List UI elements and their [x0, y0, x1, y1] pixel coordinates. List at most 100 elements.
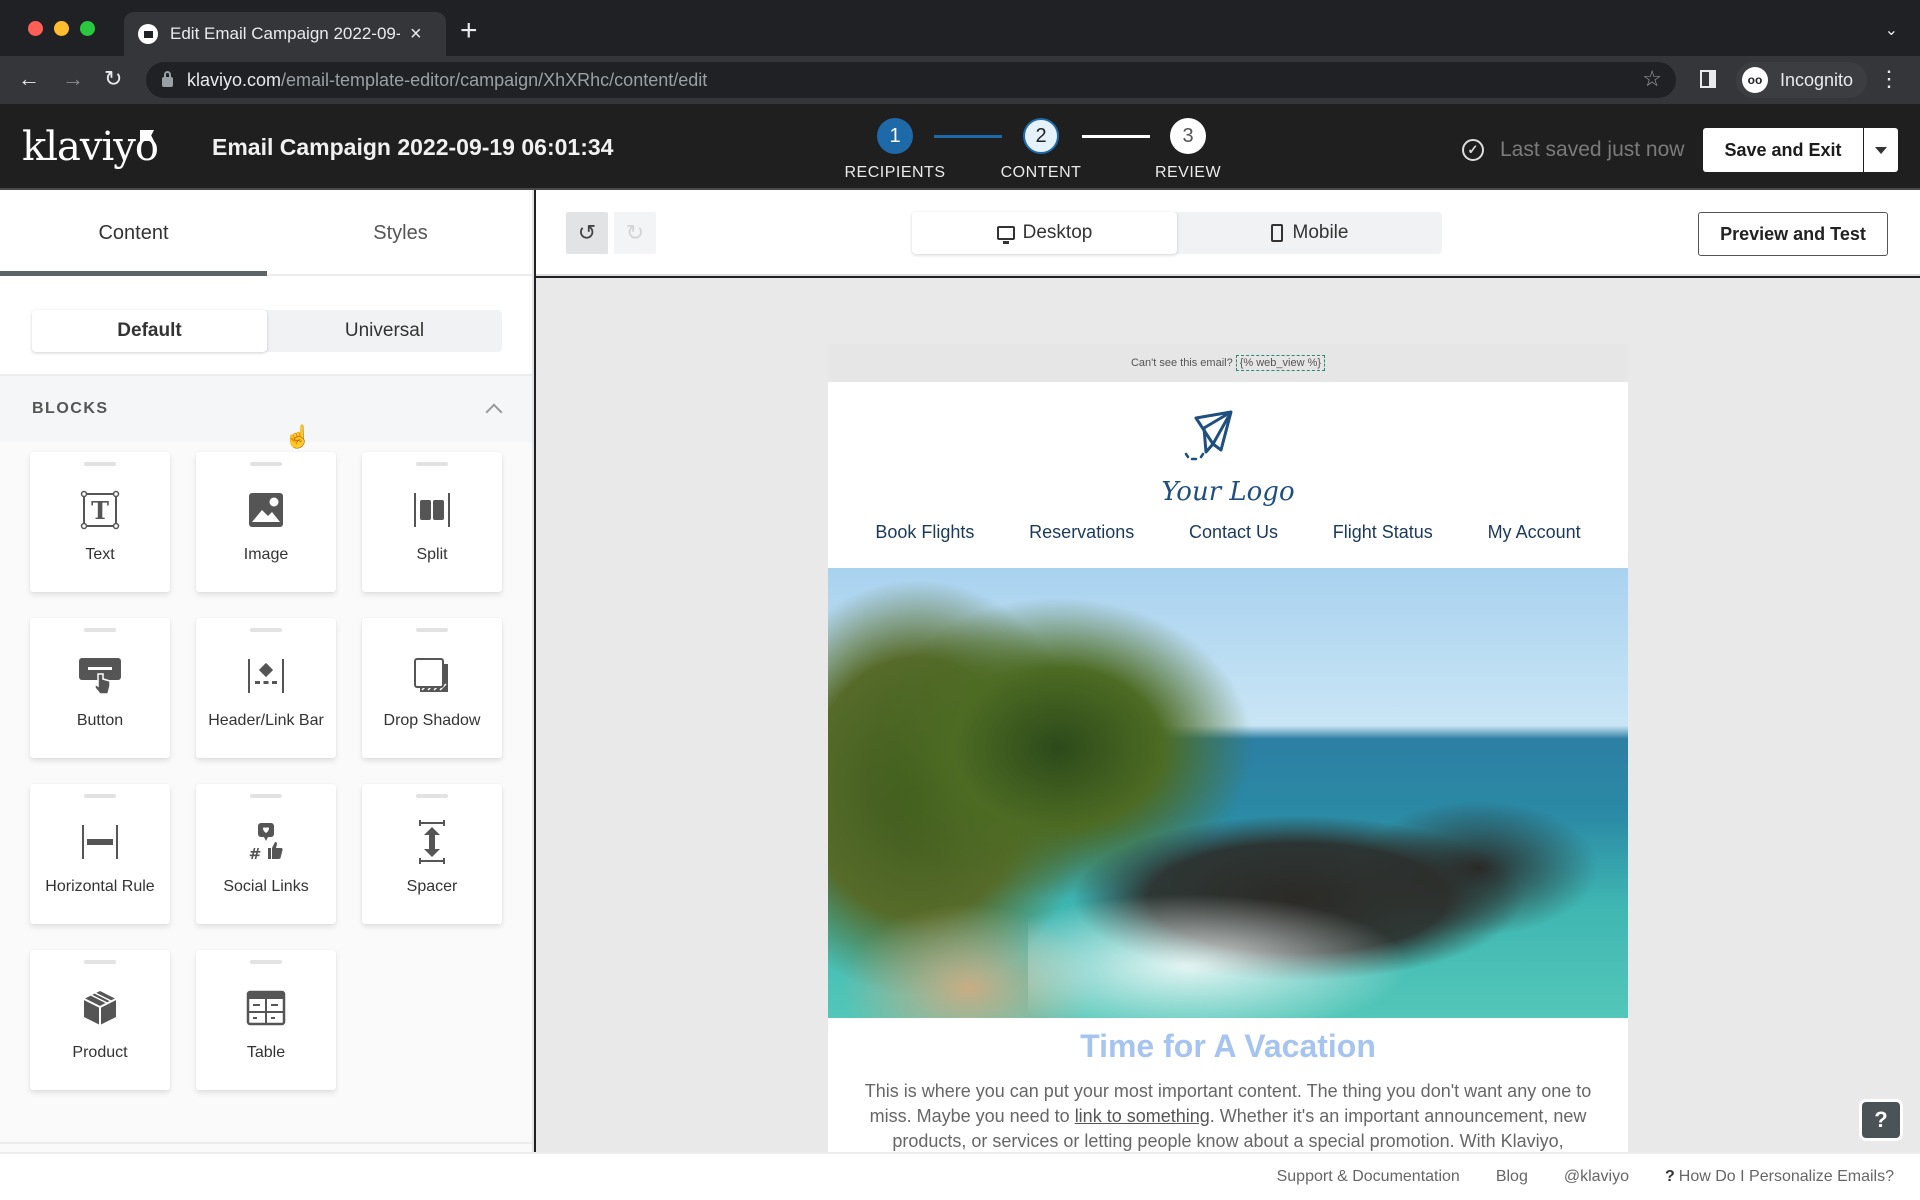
tab-styles[interactable]: Styles — [267, 190, 532, 276]
blocks-section-header[interactable]: BLOCKS — [0, 376, 532, 442]
save-and-exit-button[interactable]: Save and Exit — [1703, 128, 1863, 172]
block-product[interactable]: Product — [30, 950, 170, 1090]
block-label: Drop Shadow — [383, 712, 481, 729]
block-social-links[interactable]: # Social Links — [196, 784, 336, 924]
hero-image-surf — [1028, 888, 1428, 1018]
segment-default[interactable]: Default — [32, 310, 267, 352]
step-number: 2 — [1023, 118, 1059, 154]
side-panel-icon[interactable] — [1700, 70, 1716, 88]
drag-handle[interactable] — [84, 628, 116, 632]
segment-universal[interactable]: Universal — [267, 310, 502, 352]
forward-arrow-icon[interactable]: → — [62, 66, 84, 92]
block-button[interactable]: Button — [30, 618, 170, 758]
block-image[interactable]: Image — [196, 452, 336, 592]
footer-link-support[interactable]: Support & Documentation — [1277, 1168, 1460, 1186]
block-horizontal-rule[interactable]: Horizontal Rule — [30, 784, 170, 924]
preview-and-test-button[interactable]: Preview and Test — [1698, 212, 1888, 256]
step-number: 1 — [877, 118, 913, 154]
drag-handle[interactable] — [250, 628, 282, 632]
klaviyo-favicon-icon — [138, 24, 158, 44]
email-body-text[interactable]: This is where you can put your most impo… — [828, 1065, 1628, 1152]
email-preview: Can't see this email? {% web_view %} You… — [828, 344, 1628, 1152]
block-label: Split — [416, 546, 448, 563]
email-body: Your Logo Book Flights Reservations Cont… — [828, 382, 1628, 1152]
tab-search-chevron-icon[interactable]: ⌄ — [1885, 20, 1898, 40]
nav-link-book-flights[interactable]: Book Flights — [875, 522, 974, 543]
web-view-tag[interactable]: {% web_view %} — [1235, 355, 1326, 371]
mobile-label: Mobile — [1292, 222, 1349, 243]
desktop-label: Desktop — [1022, 222, 1093, 243]
phone-icon — [1270, 224, 1283, 242]
block-drop-shadow[interactable]: Drop Shadow — [362, 618, 502, 758]
drag-handle[interactable] — [416, 794, 448, 798]
email-canvas: Can't see this email? {% web_view %} You… — [536, 278, 1920, 1152]
email-headline[interactable]: Time for A Vacation — [828, 1018, 1628, 1065]
step-review[interactable]: 3 REVIEW — [1133, 118, 1243, 182]
mobile-view-button[interactable]: Mobile — [1177, 212, 1442, 254]
address-bar[interactable]: klaviyo.com /email-template-editor/campa… — [146, 62, 1676, 98]
back-arrow-icon[interactable]: ← — [18, 66, 40, 92]
footer-link-personalize-help[interactable]: ? How Do I Personalize Emails? — [1665, 1168, 1894, 1186]
block-table[interactable]: Table — [196, 950, 336, 1090]
horizontal-rule-icon — [78, 820, 122, 864]
nav-link-my-account[interactable]: My Account — [1488, 522, 1581, 543]
email-link-bar: Book Flights Reservations Contact Us Fli… — [828, 522, 1628, 566]
hero-image[interactable] — [828, 568, 1628, 1018]
blocks-grid: T Text Image Split Button Header/Link Ba… — [0, 442, 532, 1152]
tab-content[interactable]: Content — [0, 190, 267, 276]
drag-handle[interactable] — [416, 628, 448, 632]
drag-handle[interactable] — [84, 960, 116, 964]
step-content[interactable]: 2 CONTENT — [986, 118, 1096, 182]
new-tab-button[interactable]: + — [460, 16, 478, 46]
chevron-up-icon[interactable] — [485, 403, 503, 421]
step-recipients[interactable]: 1 RECIPIENTS — [840, 118, 950, 182]
browser-tab[interactable]: Edit Email Campaign 2022-09- × — [124, 12, 446, 56]
tab-close-icon[interactable]: × — [410, 23, 422, 46]
check-circle-icon: ✓ — [1462, 139, 1484, 161]
bookmark-star-icon[interactable]: ☆ — [1642, 66, 1662, 92]
incognito-profile-button[interactable]: oo Incognito — [1736, 62, 1868, 98]
drop-shadow-icon — [410, 654, 454, 698]
desktop-view-button[interactable]: Desktop — [912, 212, 1177, 254]
save-options-dropdown[interactable] — [1864, 128, 1898, 172]
undo-button[interactable]: ↺ — [566, 212, 608, 254]
sidebar-tabs: Content Styles — [0, 190, 532, 276]
block-split[interactable]: Split — [362, 452, 502, 592]
drag-handle[interactable] — [250, 960, 282, 964]
footer-link-blog[interactable]: Blog — [1496, 1168, 1528, 1186]
split-icon — [410, 488, 454, 532]
block-label: Button — [76, 712, 124, 729]
social-links-icon: # — [244, 820, 288, 864]
preheader-text: Can't see this email? — [1130, 357, 1233, 369]
reload-icon[interactable]: ↻ — [104, 66, 122, 92]
klaviyo-logo[interactable]: klaviyo — [22, 124, 159, 170]
block-header-link-bar[interactable]: Header/Link Bar — [196, 618, 336, 758]
block-spacer[interactable]: Spacer — [362, 784, 502, 924]
step-label: CONTENT — [1000, 164, 1082, 181]
browser-menu-icon[interactable]: ⋮ — [1878, 66, 1900, 92]
preheader-block[interactable]: Can't see this email? {% web_view %} — [828, 344, 1628, 382]
drag-handle[interactable] — [84, 462, 116, 466]
window-close-button[interactable] — [28, 21, 43, 36]
drag-handle[interactable] — [250, 794, 282, 798]
drag-handle[interactable] — [416, 462, 448, 466]
body-inline-link[interactable]: link to something — [1075, 1106, 1210, 1126]
campaign-title: Email Campaign 2022-09-19 06:01:34 — [212, 134, 614, 160]
nav-link-reservations[interactable]: Reservations — [1029, 522, 1134, 543]
drag-handle[interactable] — [84, 794, 116, 798]
window-zoom-button[interactable] — [80, 21, 95, 36]
progress-stepper: 1 RECIPIENTS 2 CONTENT 3 REVIEW — [840, 118, 1240, 188]
nav-link-contact-us[interactable]: Contact Us — [1189, 522, 1278, 543]
footer-link-twitter[interactable]: @klaviyo — [1564, 1168, 1629, 1186]
url-host: klaviyo.com — [187, 69, 282, 90]
drag-handle[interactable] — [250, 462, 282, 466]
block-text[interactable]: T Text — [30, 452, 170, 592]
nav-link-flight-status[interactable]: Flight Status — [1333, 522, 1433, 543]
logo-block[interactable]: Your Logo — [828, 382, 1628, 522]
personalize-help-label: How Do I Personalize Emails? — [1678, 1168, 1894, 1185]
window-minimize-button[interactable] — [54, 21, 69, 36]
help-button[interactable]: ? — [1862, 1102, 1900, 1138]
save-status: ✓ Last saved just now — [1462, 138, 1684, 162]
block-set-selector: Default Universal — [0, 276, 532, 376]
redo-button[interactable]: ↻ — [614, 212, 656, 254]
